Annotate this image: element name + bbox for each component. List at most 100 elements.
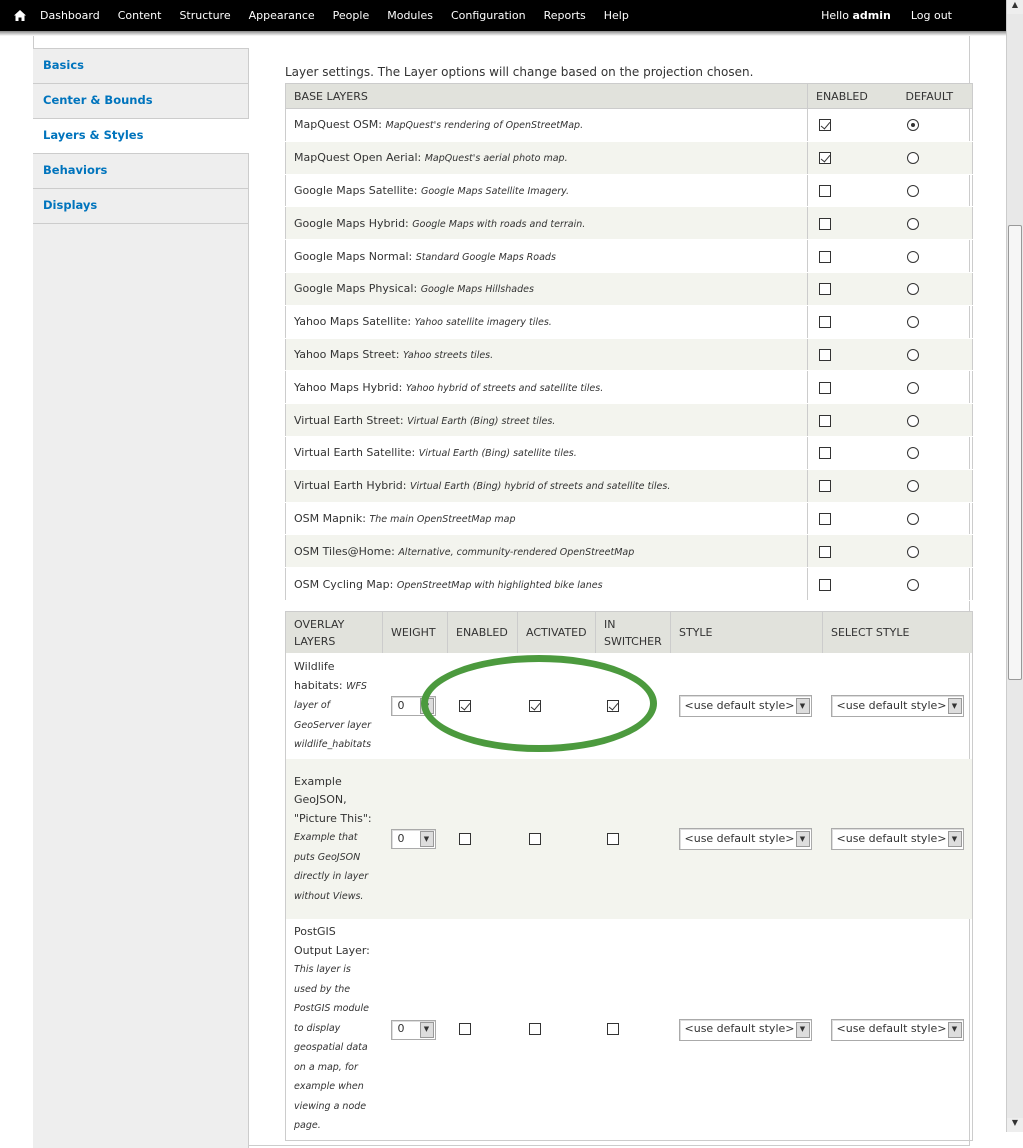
hello-user[interactable]: Hello admin [821, 9, 891, 22]
toolbar-link-reports[interactable]: Reports [544, 9, 586, 22]
col-enabled: ENABLED [447, 611, 518, 654]
enabled-checkbox[interactable] [819, 348, 831, 361]
base-layer-name: Virtual Earth Street: [294, 413, 404, 427]
select-style-select[interactable]: <use default style> ▼ [830, 695, 964, 718]
tab-displays[interactable]: Displays [33, 189, 248, 224]
enabled-checkbox[interactable] [819, 184, 831, 197]
overlay-layer-row: Wildlife habitats: WFS layer of GeoServe… [286, 653, 973, 759]
toolbar-link-structure[interactable]: Structure [179, 9, 230, 22]
enabled-checkbox[interactable] [819, 480, 831, 493]
enabled-checkbox[interactable] [458, 700, 471, 713]
vertical-tabs: Basics Center & Bounds Layers & Styles B… [33, 48, 249, 1148]
enabled-checkbox[interactable] [819, 381, 831, 394]
col-default: DEFAULT [897, 83, 973, 109]
select-style-select[interactable]: <use default style> ▼ [830, 828, 964, 851]
activated-checkbox[interactable] [528, 700, 541, 713]
default-radio[interactable] [906, 578, 919, 591]
tab-layers-styles[interactable]: Layers & Styles [33, 119, 249, 154]
base-layer-row: OSM Tiles@Home: Alternative, community-r… [285, 534, 973, 569]
default-radio[interactable] [906, 512, 919, 525]
in-switcher-checkbox[interactable] [606, 833, 619, 846]
enabled-checkbox[interactable] [458, 833, 471, 846]
col-enabled: ENABLED [807, 83, 898, 109]
default-cell [897, 534, 973, 569]
base-layer-row: Virtual Earth Hybrid: Virtual Earth (Bin… [285, 469, 973, 503]
tab-center-bounds[interactable]: Center & Bounds [33, 84, 248, 119]
tab-basics[interactable]: Basics [33, 49, 248, 84]
enabled-checkbox[interactable] [819, 250, 831, 263]
overlay-layer-name: Example GeoJSON, "Picture This": [294, 774, 372, 825]
tab-behaviors[interactable]: Behaviors [33, 154, 248, 189]
enabled-checkbox[interactable] [819, 316, 831, 329]
style-select[interactable]: <use default style> ▼ [678, 828, 812, 851]
logout-link[interactable]: Log out [911, 9, 952, 22]
enabled-checkbox[interactable] [458, 1023, 471, 1036]
enabled-cell [807, 239, 898, 273]
toolbar-link-content[interactable]: Content [118, 9, 162, 22]
enabled-checkbox[interactable] [819, 578, 831, 591]
scroll-up-arrow-icon[interactable]: ▲ [1007, 0, 1023, 14]
default-radio[interactable] [906, 217, 919, 230]
toolbar-link-people[interactable]: People [333, 9, 370, 22]
style-select[interactable]: <use default style> ▼ [678, 1018, 812, 1041]
style-select[interactable]: <use default style> ▼ [678, 695, 812, 718]
enabled-checkbox[interactable] [819, 152, 831, 165]
weight-select[interactable]: 0 ▼ [390, 829, 436, 850]
enabled-checkbox[interactable] [819, 545, 831, 558]
base-layer-name: Google Maps Normal: [294, 249, 413, 263]
weight-value: 0 [397, 1022, 405, 1036]
vertical-scrollbar[interactable]: ▲ ▼ [1006, 0, 1023, 1132]
base-layer-name: Google Maps Hybrid: [294, 216, 409, 230]
toolbar-link-help[interactable]: Help [604, 9, 629, 22]
in-switcher-checkbox[interactable] [606, 700, 619, 713]
default-radio[interactable] [906, 414, 919, 427]
select-style-cell: <use default style> ▼ [823, 653, 973, 759]
scrollbar-thumb[interactable] [1008, 225, 1022, 680]
default-radio[interactable] [906, 545, 919, 558]
overlay-layer-cell: PostGIS Output Layer: This layer is used… [286, 919, 383, 1140]
home-icon[interactable] [0, 0, 40, 31]
default-radio[interactable] [906, 480, 919, 493]
toolbar-link-dashboard[interactable]: Dashboard [40, 9, 100, 22]
select-style-select[interactable]: <use default style> ▼ [830, 1018, 964, 1041]
overlay-layer-cell: Wildlife habitats: WFS layer of GeoServe… [286, 653, 383, 759]
chevron-down-icon: ▼ [795, 698, 810, 715]
base-layer-description: Google Maps Satellite Imagery. [421, 185, 570, 197]
base-layer-cell: Yahoo Maps Street: Yahoo streets tiles. [285, 338, 808, 372]
enabled-checkbox[interactable] [819, 512, 831, 525]
in-switcher-checkbox[interactable] [606, 1023, 619, 1036]
base-layer-description: Yahoo hybrid of streets and satellite ti… [405, 382, 604, 394]
default-radio[interactable] [906, 283, 919, 296]
enabled-cell [447, 759, 518, 920]
activated-cell [518, 653, 596, 759]
default-radio[interactable] [906, 184, 919, 197]
default-radio[interactable] [906, 447, 919, 460]
base-layer-cell: Virtual Earth Satellite: Virtual Earth (… [285, 436, 808, 470]
default-radio[interactable] [906, 348, 919, 361]
weight-select[interactable]: 0 ▼ [390, 696, 436, 717]
enabled-checkbox[interactable] [819, 119, 831, 132]
toolbar-link-modules[interactable]: Modules [387, 9, 433, 22]
toolbar-link-configuration[interactable]: Configuration [451, 9, 526, 22]
base-layer-cell: Yahoo Maps Hybrid: Yahoo hybrid of stree… [285, 370, 808, 405]
enabled-checkbox[interactable] [819, 414, 831, 427]
activated-checkbox[interactable] [528, 1023, 541, 1036]
default-radio[interactable] [906, 250, 919, 263]
activated-checkbox[interactable] [528, 833, 541, 846]
weight-select[interactable]: 0 ▼ [390, 1019, 436, 1040]
base-layer-cell: Google Maps Hybrid: Google Maps with roa… [285, 206, 808, 241]
default-radio[interactable] [906, 381, 919, 394]
base-layer-description: Virtual Earth (Bing) satellite tiles. [418, 448, 577, 460]
base-layer-row: MapQuest Open Aerial: MapQuest's aerial … [285, 141, 973, 175]
scroll-down-arrow-icon[interactable]: ▼ [1007, 1118, 1023, 1132]
enabled-checkbox[interactable] [819, 217, 831, 230]
enabled-checkbox[interactable] [819, 447, 831, 460]
default-radio[interactable] [906, 316, 919, 329]
default-radio[interactable] [906, 119, 919, 132]
select-style-cell: <use default style> ▼ [823, 919, 973, 1140]
default-cell [897, 305, 973, 339]
base-layer-row: OSM Mapnik: The main OpenStreetMap map [285, 502, 973, 536]
enabled-checkbox[interactable] [819, 283, 831, 296]
default-radio[interactable] [906, 152, 919, 165]
toolbar-link-appearance[interactable]: Appearance [249, 9, 315, 22]
